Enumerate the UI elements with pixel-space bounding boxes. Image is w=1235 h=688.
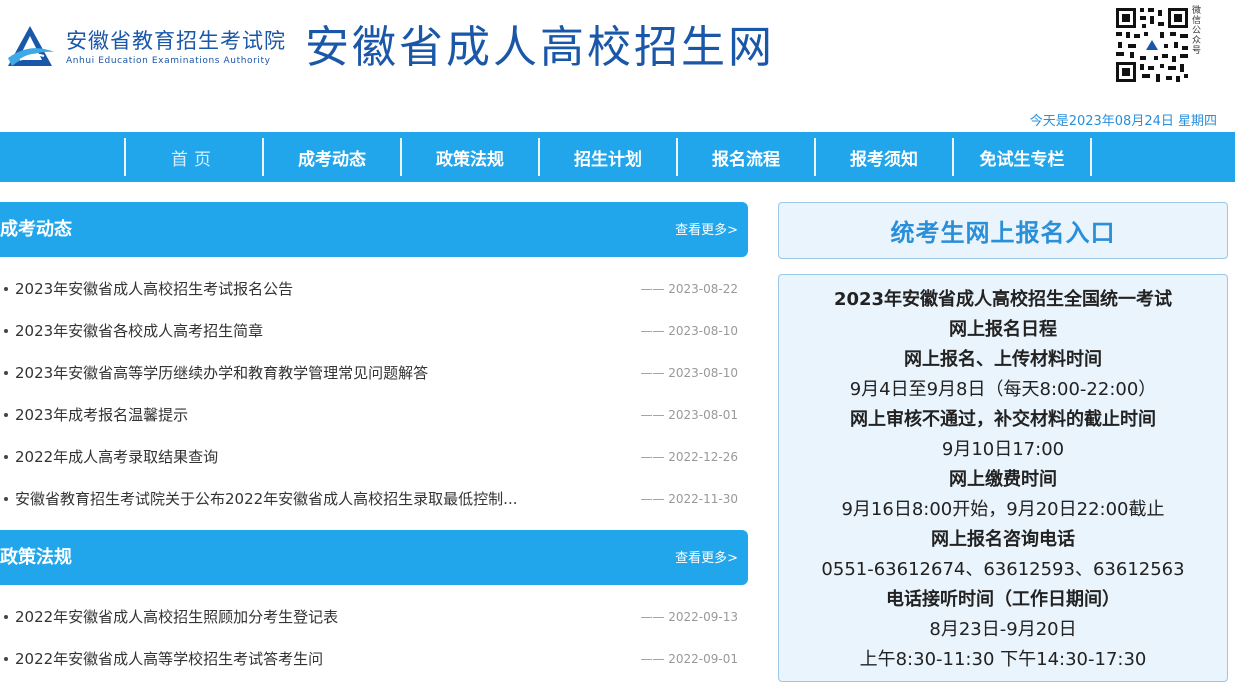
news-date: —— 2023-08-10 — [640, 324, 738, 338]
online-registration-entry-button[interactable]: 统考生网上报名入口 — [778, 202, 1228, 259]
more-link[interactable]: 查看更多> — [675, 550, 738, 568]
site-title: 安徽省成人高校招生网 — [305, 22, 775, 73]
bullet-icon — [4, 455, 8, 459]
schedule-item-label: 网上审核不通过，补交材料的截止时间 — [850, 409, 1156, 430]
schedule-item-value: 9月10日17:00 — [941, 439, 1065, 460]
news-title-link[interactable]: 2023年安徽省高等学历继续办学和教育教学管理常见问题解答 — [15, 362, 428, 384]
bullet-icon — [4, 657, 8, 661]
news-date: —— 2022-12-26 — [640, 450, 738, 464]
main-nav: 首页 成考动态 政策法规 招生计划 报名流程 报考须知 免试生专栏 — [0, 132, 1235, 182]
list-item: 2022年成人高考录取结果查询 —— 2022-12-26 — [0, 436, 748, 478]
news-title-link[interactable]: 2023年成考报名温馨提示 — [15, 404, 188, 426]
news-date: —— 2023-08-10 — [640, 366, 738, 380]
news-title-link[interactable]: 安徽省教育招生考试院关于公布2022年安徽省成人高校招生录取最低控制... — [15, 488, 517, 510]
nav-item-home[interactable]: 首页 — [126, 138, 264, 176]
nav-item-news[interactable]: 成考动态 — [264, 138, 402, 176]
schedule-item-value: 0551-63612674、63612593、63612563 — [821, 559, 1185, 580]
nav-item-process[interactable]: 报名流程 — [678, 138, 816, 176]
current-date: 今天是2023年08月24日 星期四 — [1029, 114, 1217, 129]
schedule-heading: 网上报名日程 — [949, 319, 1057, 340]
logo-name-en: Anhui Education Examinations Authority — [66, 56, 271, 66]
news-date: —— 2022-11-30 — [640, 492, 738, 506]
schedule-item-value: 9月16日8:00开始，9月20日22:00截止 — [841, 499, 1165, 520]
logo-text: 安徽省教育招生考试院 Anhui Education Examinations … — [66, 29, 286, 67]
section-title: 政策法规 — [0, 547, 72, 568]
qr-label: 微信公众号 — [1192, 6, 1202, 56]
bullet-icon — [4, 497, 8, 501]
news-title-link[interactable]: 2023年安徽省各校成人高考招生简章 — [15, 320, 263, 342]
more-link[interactable]: 查看更多> — [675, 222, 738, 240]
news-title-link[interactable]: 2022年安徽省成人高校招生照顾加分考生登记表 — [15, 606, 338, 628]
news-list: 2023年安徽省成人高校招生考试报名公告 —— 2023-08-22 2023年… — [0, 268, 748, 520]
section-title: 成考动态 — [0, 219, 72, 240]
schedule-item-value: 9月4日至9月8日（每天8:00-22:00） — [849, 379, 1157, 400]
nav-item-notice[interactable]: 报考须知 — [816, 138, 954, 176]
qr-code-icon — [1114, 6, 1190, 84]
news-title-link[interactable]: 2023年安徽省成人高校招生考试报名公告 — [15, 278, 293, 300]
entry-label: 统考生网上报名入口 — [890, 219, 1116, 247]
schedule-heading: 2023年安徽省成人高校招生全国统一考试 — [833, 289, 1173, 310]
logo-name-cn: 安徽省教育招生考试院 — [66, 29, 286, 53]
news-date: —— 2023-08-01 — [640, 408, 738, 422]
schedule-item-label: 网上报名咨询电话 — [931, 529, 1075, 550]
list-item: 2022年安徽省成人高校招生照顾加分考生登记表 —— 2022-09-13 — [0, 596, 748, 638]
bullet-icon — [4, 329, 8, 333]
news-date: —— 2022-09-01 — [640, 652, 738, 666]
list-item: 2023年安徽省成人高校招生考试报名公告 —— 2023-08-22 — [0, 268, 748, 310]
bullet-icon — [4, 413, 8, 417]
nav-item-exempt[interactable]: 免试生专栏 — [954, 138, 1092, 176]
schedule-item-value: 8月23日-9月20日 — [929, 619, 1077, 640]
news-date: —— 2022-09-13 — [640, 610, 738, 624]
nav-items: 首页 成考动态 政策法规 招生计划 报名流程 报考须知 免试生专栏 — [124, 138, 1092, 176]
list-item: 2023年成考报名温馨提示 —— 2023-08-01 — [0, 394, 748, 436]
bullet-icon — [4, 287, 8, 291]
schedule-item-label: 网上缴费时间 — [949, 469, 1057, 490]
bullet-icon — [4, 615, 8, 619]
nav-item-policy[interactable]: 政策法规 — [402, 138, 540, 176]
news-date: —— 2023-08-22 — [640, 282, 738, 296]
list-item: 2023年安徽省各校成人高考招生简章 —— 2023-08-10 — [0, 310, 748, 352]
bullet-icon — [4, 371, 8, 375]
policy-list: 2022年安徽省成人高校招生照顾加分考生登记表 —— 2022-09-13 20… — [0, 596, 748, 680]
list-item: 2022年安徽省成人高等学校招生考试答考生问 —— 2022-09-01 — [0, 638, 748, 680]
triangle-swoosh-logo-icon — [8, 26, 54, 66]
site-header: 安徽省教育招生考试院 Anhui Education Examinations … — [0, 0, 1235, 130]
section-header-policy: 政策法规 查看更多> — [0, 530, 748, 585]
news-title-link[interactable]: 2022年安徽省成人高等学校招生考试答考生问 — [15, 648, 323, 670]
section-header-news: 成考动态 查看更多> — [0, 202, 748, 257]
schedule-item-label: 电话接听时间（工作日期间） — [886, 589, 1120, 610]
schedule-item-value: 上午8:30-11:30 下午14:30-17:30 — [859, 649, 1147, 670]
news-title-link[interactable]: 2022年成人高考录取结果查询 — [15, 446, 218, 468]
registration-schedule-panel: 2023年安徽省成人高校招生全国统一考试 网上报名日程 网上报名、上传材料时间 … — [778, 274, 1228, 682]
authority-logo[interactable]: 安徽省教育招生考试院 Anhui Education Examinations … — [4, 22, 286, 74]
nav-item-plan[interactable]: 招生计划 — [540, 138, 678, 176]
list-item: 2023年安徽省高等学历继续办学和教育教学管理常见问题解答 —— 2023-08… — [0, 352, 748, 394]
list-item: 安徽省教育招生考试院关于公布2022年安徽省成人高校招生录取最低控制... ——… — [0, 478, 748, 520]
schedule-item-label: 网上报名、上传材料时间 — [904, 349, 1102, 370]
